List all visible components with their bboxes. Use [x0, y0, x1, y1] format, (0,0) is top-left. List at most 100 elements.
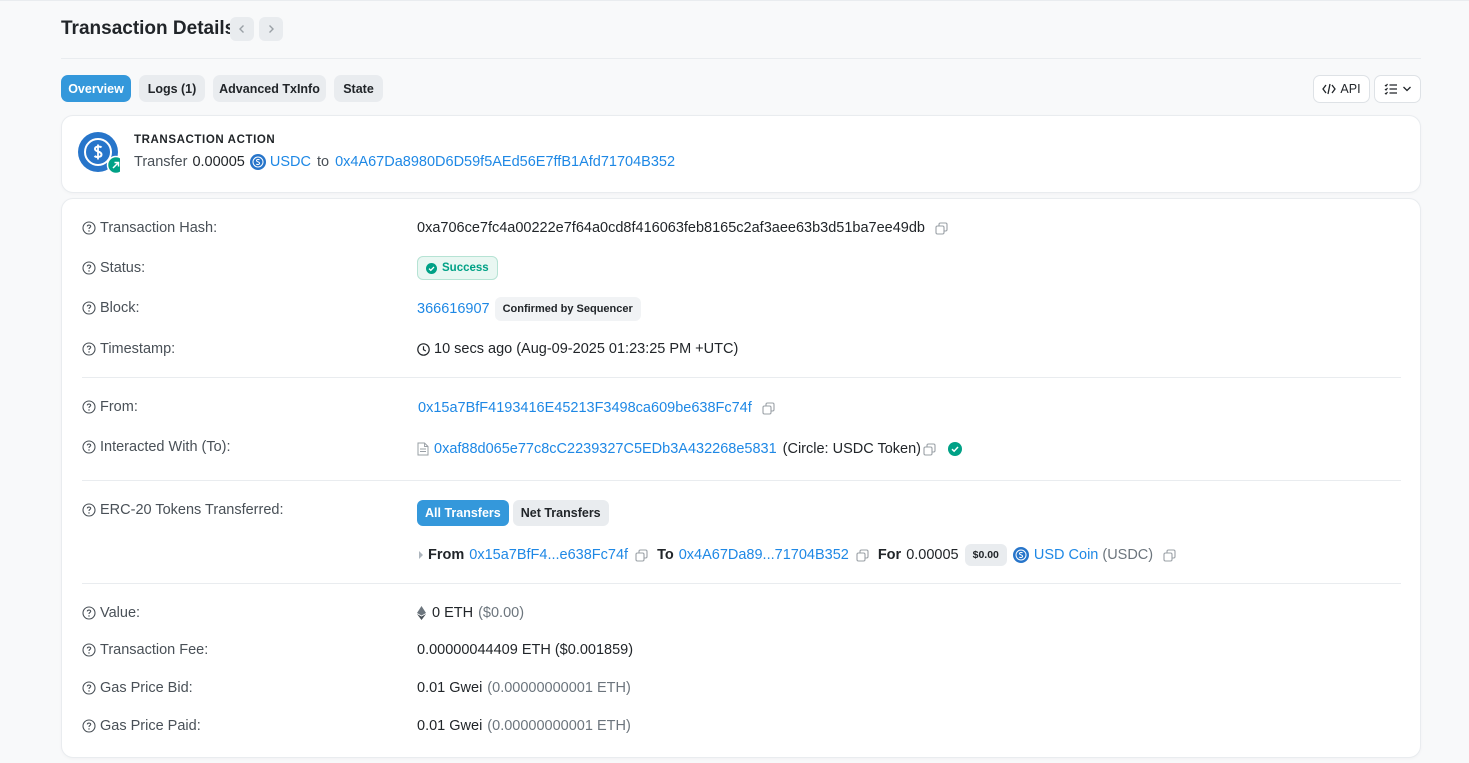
verified-check-icon: [947, 442, 962, 456]
copy-icon[interactable]: [923, 442, 936, 456]
transaction-action-card: TRANSACTION ACTION Transfer 0.00005 USDC…: [61, 115, 1421, 193]
page-header: Transaction Details: [61, 14, 1421, 59]
api-button[interactable]: API: [1313, 75, 1370, 103]
transaction-action-summary: Transfer 0.00005 USDC to 0x4A67Da8980D6D…: [134, 154, 675, 170]
tab-advanced-txinfo[interactable]: Advanced TxInfo: [213, 75, 326, 102]
status-value: Success: [417, 256, 498, 280]
gas-paid-gwei: 0.01 Gwei: [417, 718, 483, 734]
from-label: From:: [82, 399, 138, 415]
transfer-to-word: To: [657, 547, 674, 563]
question-circle-icon[interactable]: [82, 606, 96, 620]
usdc-transfer-icon: [78, 132, 120, 174]
value-label: Value:: [82, 605, 140, 621]
action-to-word: to: [316, 154, 330, 170]
transaction-action-heading: TRANSACTION ACTION: [134, 134, 276, 146]
next-transaction-button[interactable]: [259, 17, 283, 41]
contract-file-icon: [417, 442, 429, 456]
previous-transaction-button[interactable]: [230, 17, 254, 41]
gas-price-paid-label: Gas Price Paid:: [82, 718, 201, 734]
code-icon: [1322, 83, 1337, 95]
value-value: 0 ETH ($0.00): [417, 605, 524, 621]
tab-state[interactable]: State: [334, 75, 383, 102]
transfer-from-link[interactable]: 0x15a7BfF4...e638Fc74f: [469, 547, 628, 563]
action-amount: 0.00005: [192, 154, 245, 170]
contract-address-link[interactable]: 0xaf88d065e77c8cC2239327C5EDb3A432268e58…: [434, 441, 777, 457]
gas-price-bid-value: 0.01 Gwei (0.00000000001 ETH): [417, 680, 631, 696]
from-label-text: From:: [100, 399, 138, 415]
contract-name: (Circle: USDC Token): [782, 441, 921, 457]
copy-icon[interactable]: [935, 221, 948, 235]
clock-icon: [417, 342, 430, 356]
chevron-down-icon: [1402, 86, 1411, 92]
transaction-hash-label: Transaction Hash:: [82, 220, 217, 236]
question-circle-icon[interactable]: [82, 301, 96, 315]
gas-price-bid-label: Gas Price Bid:: [82, 680, 193, 696]
tab-overview[interactable]: Overview: [61, 75, 131, 102]
chevron-left-icon: [239, 25, 244, 33]
token-name-link[interactable]: USD Coin: [1034, 547, 1098, 563]
tab-logs[interactable]: Logs (1): [139, 75, 205, 102]
copy-icon[interactable]: [762, 401, 775, 415]
block-label-text: Block:: [100, 300, 140, 316]
value-eth: 0 ETH: [432, 605, 474, 621]
page-title: Transaction Details: [61, 18, 236, 39]
section-divider: [82, 583, 1401, 584]
question-circle-icon[interactable]: [82, 440, 96, 454]
from-address-link[interactable]: 0x15a7BfF4193416E45213F3498ca609be638Fc7…: [418, 400, 752, 416]
net-transfers-button[interactable]: Net Transfers: [512, 500, 609, 526]
gas-price-bid-label-text: Gas Price Bid:: [100, 680, 193, 696]
timestamp-value: 10 secs ago (Aug-09-2025 01:23:25 PM +UT…: [417, 341, 738, 357]
question-circle-icon[interactable]: [82, 503, 96, 517]
gas-price-paid-label-text: Gas Price Paid:: [100, 718, 201, 734]
view-options-dropdown[interactable]: [1374, 75, 1421, 103]
gas-paid-eth: (0.00000000001 ETH): [487, 718, 631, 734]
list-check-icon: [1384, 83, 1397, 95]
question-circle-icon[interactable]: [82, 400, 96, 414]
all-transfers-button[interactable]: All Transfers: [417, 500, 509, 526]
action-verb: Transfer: [134, 154, 188, 170]
transaction-hash: 0xa706ce7fc4a00222e7f64a0cd8f416063feb81…: [417, 220, 925, 236]
timestamp-label: Timestamp:: [82, 341, 175, 357]
gas-bid-gwei: 0.01 Gwei: [417, 680, 483, 696]
block-value: 366616907 Confirmed by Sequencer: [417, 297, 641, 321]
question-circle-icon[interactable]: [82, 261, 96, 275]
section-divider: [82, 480, 1401, 481]
transfer-filter-group: All Transfers Net Transfers: [417, 500, 609, 526]
caret-right-icon[interactable]: [417, 550, 425, 560]
question-circle-icon[interactable]: [82, 681, 96, 695]
transfer-amount: 0.00005: [906, 547, 959, 563]
usdc-token-icon: [1012, 547, 1029, 563]
question-circle-icon[interactable]: [82, 719, 96, 733]
token-transfer-row: From 0x15a7BfF4...e638Fc74f To 0x4A67Da8…: [417, 544, 1176, 566]
sequencer-badge: Confirmed by Sequencer: [494, 297, 641, 321]
erc20-label-text: ERC-20 Tokens Transferred:: [100, 502, 284, 518]
copy-icon[interactable]: [856, 548, 869, 562]
status-label: Status:: [82, 260, 145, 276]
interacted-with-label: Interacted With (To):: [82, 439, 231, 455]
value-label-text: Value:: [100, 605, 141, 621]
value-usd: ($0.00): [478, 605, 525, 621]
action-token-link[interactable]: USDC: [270, 154, 311, 170]
usdc-token-icon: [249, 154, 266, 170]
question-circle-icon[interactable]: [82, 221, 96, 235]
action-to-address-link[interactable]: 0x4A67Da8980D6D59f5AEd56E7ffB1Afd71704B3…: [335, 154, 675, 170]
block-number-link[interactable]: 366616907: [417, 301, 490, 317]
chevron-right-icon: [269, 25, 274, 33]
usd-price-badge: $0.00: [964, 544, 1007, 566]
status-text: Success: [442, 262, 489, 274]
top-divider: [0, 0, 1469, 1]
section-divider: [82, 377, 1401, 378]
check-circle-icon: [426, 262, 437, 274]
copy-icon[interactable]: [635, 548, 648, 562]
transaction-hash-value: 0xa706ce7fc4a00222e7f64a0cd8f416063feb81…: [417, 220, 948, 236]
block-label: Block:: [82, 300, 140, 316]
question-circle-icon[interactable]: [82, 643, 96, 657]
copy-icon[interactable]: [1163, 548, 1176, 562]
transaction-fee-value: 0.00000044409 ETH ($0.001859): [417, 642, 634, 658]
transfer-to-link[interactable]: 0x4A67Da89...71704B352: [679, 547, 849, 563]
gas-price-paid-value: 0.01 Gwei (0.00000000001 ETH): [417, 718, 631, 734]
gas-bid-eth: (0.00000000001 ETH): [487, 680, 631, 696]
transfer-from-word: From: [428, 547, 465, 563]
transaction-hash-label-text: Transaction Hash:: [100, 220, 218, 236]
question-circle-icon[interactable]: [82, 342, 96, 356]
